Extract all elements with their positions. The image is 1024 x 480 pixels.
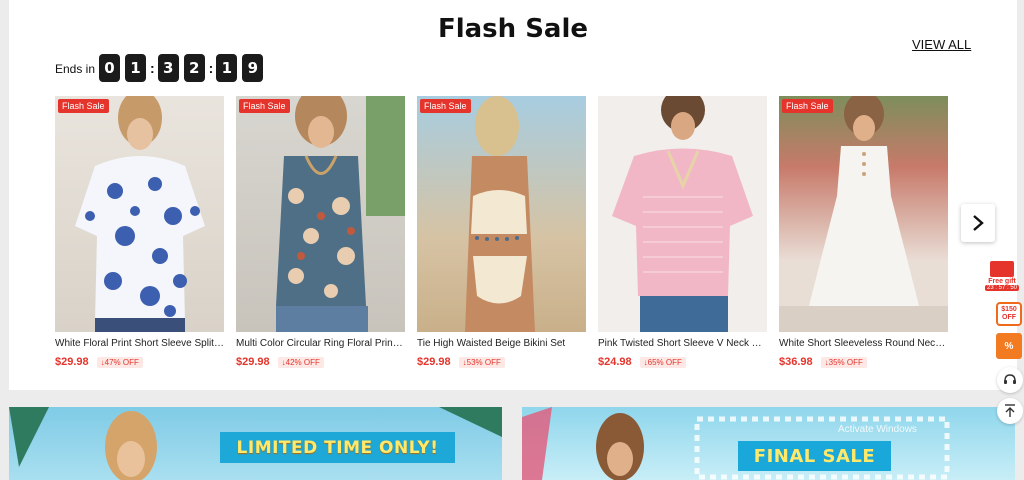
product-card[interactable]: Pink Twisted Short Sleeve V Neck T Sh...… (598, 96, 767, 371)
coupon-widget[interactable]: $150 OFF (996, 302, 1022, 326)
flash-sale-badge: Flash Sale (420, 99, 471, 113)
carousel-next-button[interactable] (961, 204, 995, 242)
price-row: $29.98 ↓53% OFF (417, 356, 586, 368)
countdown-timer: 0 1 : 3 2 : 1 9 (99, 54, 268, 82)
countdown-digit: 1 (216, 54, 238, 82)
promo-banner-final[interactable]: FINAL SALE Activate Windows (522, 407, 1015, 480)
final-sale-label: FINAL SALE (738, 441, 891, 471)
product-price: $36.98 (779, 356, 813, 368)
product-photo (276, 96, 405, 332)
product-price: $29.98 (417, 356, 451, 368)
flash-sale-badge: Flash Sale (782, 99, 833, 113)
percent-icon: % (1004, 340, 1014, 352)
product-name[interactable]: Multi Color Circular Ring Floral Print S… (236, 338, 405, 349)
coupon-off-label: OFF (1002, 314, 1016, 321)
product-card[interactable]: Flash Sale White Short Sleeveless Round … (779, 96, 948, 371)
discount-badge: ↓65% OFF (639, 356, 686, 368)
flash-sale-badge: Flash Sale (239, 99, 290, 113)
discount-widget[interactable]: % (996, 333, 1022, 359)
product-image[interactable]: Flash Sale (417, 96, 586, 332)
product-price: $24.98 (598, 356, 632, 368)
back-to-top-icon (1005, 404, 1015, 417)
price-row: $29.98 ↓47% OFF (55, 356, 224, 368)
product-name[interactable]: Tie High Waisted Beige Bikini Set (417, 338, 586, 349)
discount-badge: ↓35% OFF (820, 356, 867, 368)
countdown-digit: 0 (99, 54, 120, 82)
product-name[interactable]: White Floral Print Short Sleeve Split Ne… (55, 338, 224, 349)
countdown-digit: 2 (183, 54, 205, 82)
countdown-digit: 1 (125, 54, 146, 82)
price-row: $29.98 ↓42% OFF (236, 356, 405, 368)
product-image[interactable]: Flash Sale (779, 96, 948, 332)
product-name[interactable]: Pink Twisted Short Sleeve V Neck T Sh... (598, 338, 767, 349)
price-row: $24.98 ↓65% OFF (598, 356, 767, 368)
promo-banner-limited[interactable]: LIMITED TIME ONLY! (9, 407, 502, 480)
countdown-digit: 9 (242, 54, 264, 82)
countdown-separator: : (208, 60, 214, 76)
product-card[interactable]: Flash Sale Tie High Waisted Beige Bikini… (417, 96, 586, 371)
free-gift-widget[interactable]: Free gift 23 : 57 : 50 (984, 256, 1020, 296)
free-gift-label: Free gift (988, 278, 1016, 285)
gift-icon (990, 261, 1014, 277)
discount-badge: ↓42% OFF (277, 356, 324, 368)
countdown-digit: 3 (157, 54, 179, 82)
customer-support-button[interactable] (997, 367, 1023, 393)
product-image[interactable]: Flash Sale (236, 96, 405, 332)
discount-badge: ↓47% OFF (96, 356, 143, 368)
product-image[interactable]: Flash Sale (55, 96, 224, 332)
product-card[interactable]: Flash Sale Multi Color Circular Ring Flo… (236, 96, 405, 371)
product-price: $29.98 (236, 356, 270, 368)
free-gift-timer: 23 : 57 : 50 (984, 285, 1020, 291)
product-price: $29.98 (55, 356, 89, 368)
activate-windows-watermark: Activate Windows (838, 424, 917, 435)
discount-badge: ↓53% OFF (458, 356, 505, 368)
view-all-link[interactable]: VIEW ALL (912, 37, 971, 52)
ends-in-label: Ends in (55, 62, 96, 76)
chevron-right-icon (973, 215, 984, 231)
price-row: $36.98 ↓35% OFF (779, 356, 948, 368)
limited-time-label: LIMITED TIME ONLY! (220, 432, 455, 463)
product-photo (75, 96, 205, 332)
headset-icon (1004, 374, 1016, 384)
product-photo (779, 96, 948, 332)
coupon-amount: $150 (1001, 306, 1017, 313)
product-name[interactable]: White Short Sleeveless Round Neck Dr... (779, 338, 948, 349)
product-photo (465, 96, 535, 332)
flash-sale-badge: Flash Sale (58, 99, 109, 113)
product-photo (612, 96, 753, 332)
product-image[interactable] (598, 96, 767, 332)
back-to-top-button[interactable] (997, 398, 1023, 424)
flash-sale-title: Flash Sale (437, 14, 589, 44)
countdown-separator: : (150, 60, 155, 76)
product-card[interactable]: Flash Sale White Floral Print Short Slee… (55, 96, 224, 371)
